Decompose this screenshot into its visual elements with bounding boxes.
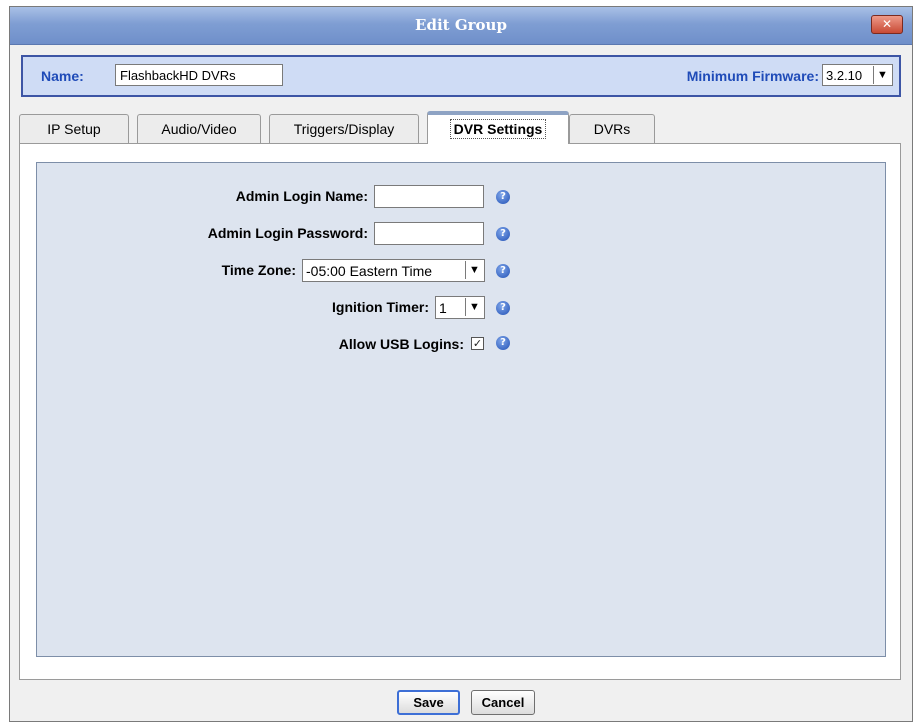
admin-login-password-label: Admin Login Password: bbox=[207, 225, 368, 241]
tab-ip-setup[interactable]: IP Setup bbox=[19, 114, 129, 143]
admin-login-name-input[interactable] bbox=[374, 185, 484, 208]
admin-login-name-label: Admin Login Name: bbox=[235, 188, 368, 204]
tab-dvrs[interactable]: DVRs bbox=[569, 114, 655, 143]
help-icon[interactable]: ? bbox=[496, 264, 510, 278]
name-input[interactable] bbox=[115, 64, 283, 86]
help-icon[interactable]: ? bbox=[496, 227, 510, 241]
title-bar[interactable]: Edit Group ✕ bbox=[10, 7, 912, 45]
cancel-button[interactable]: Cancel bbox=[471, 690, 535, 715]
chevron-down-icon[interactable]: ▼ bbox=[465, 298, 483, 316]
minimum-firmware-value: 3.2.10 bbox=[826, 68, 863, 83]
ignition-timer-value: 1 bbox=[439, 300, 447, 316]
ignition-timer-select[interactable]: 1 ▼ bbox=[435, 296, 485, 319]
group-header: Name: Minimum Firmware: 3.2.10 ▼ bbox=[21, 55, 901, 97]
minimum-firmware-select[interactable]: 3.2.10 ▼ bbox=[822, 64, 893, 86]
name-label: Name: bbox=[41, 68, 84, 84]
settings-form: Admin Login Name: ? Admin Login Password… bbox=[36, 162, 886, 657]
dvr-settings-panel: Admin Login Name: ? Admin Login Password… bbox=[19, 143, 901, 680]
time-zone-value: -05:00 Eastern Time bbox=[306, 263, 433, 279]
chevron-down-icon[interactable]: ▼ bbox=[465, 261, 483, 279]
minimum-firmware-label: Minimum Firmware: bbox=[686, 68, 819, 84]
tab-triggers-display[interactable]: Triggers/Display bbox=[269, 114, 419, 143]
chevron-down-icon[interactable]: ▼ bbox=[873, 66, 891, 84]
edit-group-dialog: Edit Group ✕ Name: Minimum Firmware: 3.2… bbox=[9, 6, 913, 722]
admin-login-password-input[interactable] bbox=[374, 222, 484, 245]
allow-usb-logins-checkbox[interactable]: ✓ bbox=[471, 337, 484, 350]
help-icon[interactable]: ? bbox=[496, 336, 510, 350]
ignition-timer-label: Ignition Timer: bbox=[332, 299, 429, 315]
allow-usb-logins-label: Allow USB Logins: bbox=[338, 336, 464, 352]
time-zone-select[interactable]: -05:00 Eastern Time ▼ bbox=[302, 259, 485, 282]
save-button[interactable]: Save bbox=[397, 690, 460, 715]
tab-dvr-settings[interactable]: DVR Settings bbox=[427, 111, 569, 144]
time-zone-label: Time Zone: bbox=[221, 262, 296, 278]
help-icon[interactable]: ? bbox=[496, 301, 510, 315]
tab-bar: IP Setup Audio/Video Triggers/Display DV… bbox=[19, 111, 899, 144]
dialog-title: Edit Group bbox=[415, 16, 507, 34]
help-icon[interactable]: ? bbox=[496, 190, 510, 204]
close-icon[interactable]: ✕ bbox=[871, 15, 903, 34]
tab-audio-video[interactable]: Audio/Video bbox=[137, 114, 261, 143]
tab-dvr-settings-label: DVR Settings bbox=[449, 119, 547, 139]
